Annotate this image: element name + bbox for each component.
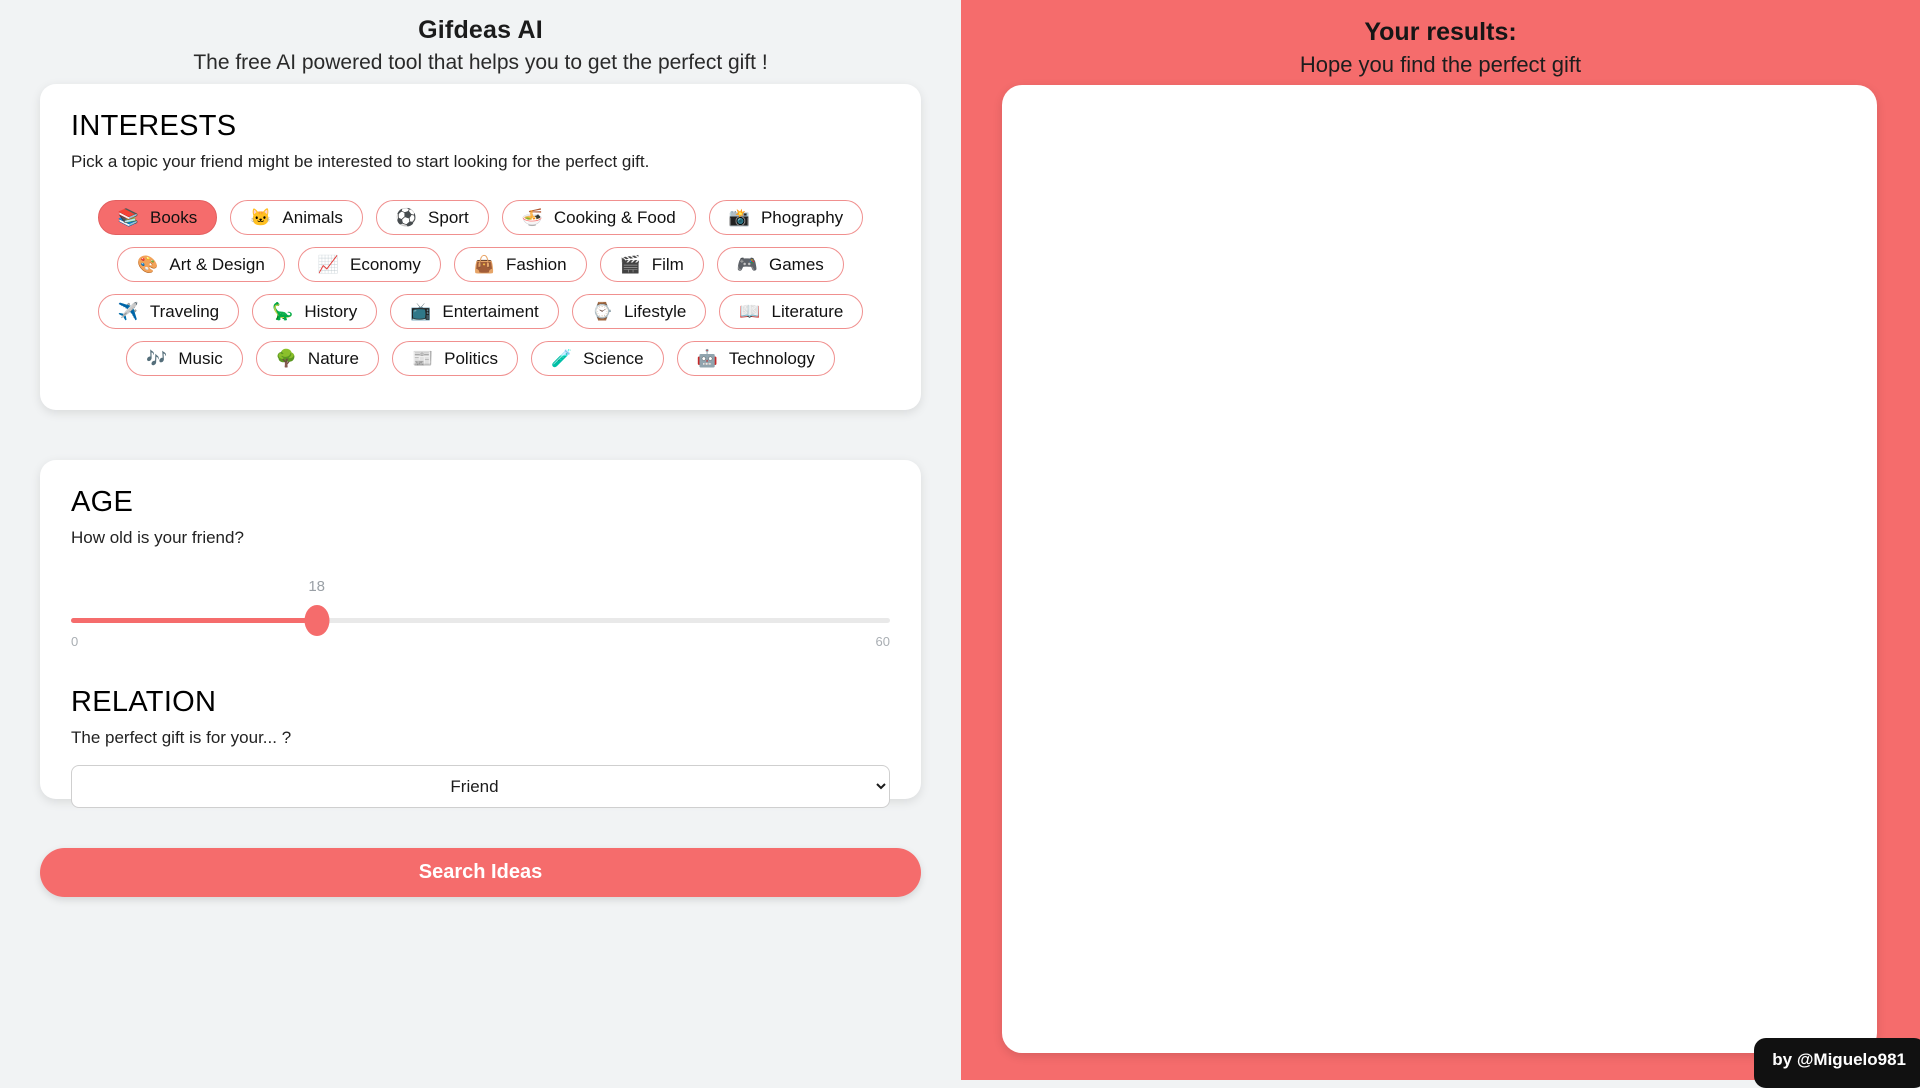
- author-credit-badge[interactable]: by @Miguelo981: [1754, 1038, 1920, 1088]
- age-slider: 18 0 60: [71, 606, 890, 666]
- chip-label: History: [304, 302, 357, 322]
- chip-emoji-icon: ⌚: [592, 303, 613, 320]
- chip-label: Animals: [282, 208, 342, 228]
- age-slider-range-labels: 0 60: [71, 634, 890, 649]
- results-header: Your results: Hope you find the perfect …: [961, 18, 1920, 78]
- chip-emoji-icon: 🦕: [272, 303, 293, 320]
- chip-label: Sport: [428, 208, 469, 228]
- relation-section: RELATION The perfect gift is for your...…: [71, 686, 890, 808]
- age-slider-fill: [71, 618, 317, 623]
- age-slider-thumb[interactable]: [304, 605, 329, 636]
- results-title: Your results:: [961, 18, 1920, 47]
- chip-emoji-icon: 🐱: [250, 209, 271, 226]
- chip-technology[interactable]: 🤖 Technology: [677, 341, 835, 376]
- age-slider-min-label: 0: [71, 634, 78, 649]
- chip-label: Film: [652, 255, 684, 275]
- chip-label: Books: [150, 208, 197, 228]
- age-question: How old is your friend?: [71, 528, 890, 548]
- chip-animals[interactable]: 🐱 Animals: [230, 200, 363, 235]
- chip-politics[interactable]: 📰 Politics: [392, 341, 518, 376]
- results-card: [1002, 85, 1877, 1053]
- chip-emoji-icon: 🧪: [551, 350, 572, 367]
- interest-chip-list: 📚 Books 🐱 Animals ⚽ Sport 🍜 Cooking & Fo…: [71, 200, 890, 376]
- chip-emoji-icon: 🎨: [137, 256, 158, 273]
- chip-label: Technology: [729, 349, 815, 369]
- relation-question: The perfect gift is for your... ?: [71, 728, 890, 748]
- chip-music[interactable]: 🎶 Music: [126, 341, 243, 376]
- chip-traveling[interactable]: ✈️ Traveling: [98, 294, 239, 329]
- chip-label: Lifestyle: [624, 302, 686, 322]
- chip-phography[interactable]: 📸 Phography: [709, 200, 863, 235]
- relation-heading: RELATION: [71, 686, 890, 719]
- chip-entertaiment[interactable]: 📺 Entertaiment: [390, 294, 559, 329]
- chip-science[interactable]: 🧪 Science: [531, 341, 664, 376]
- chip-label: Nature: [308, 349, 359, 369]
- results-panel: Your results: Hope you find the perfect …: [961, 0, 1920, 1080]
- chip-film[interactable]: 🎬 Film: [600, 247, 704, 282]
- chip-emoji-icon: 🍜: [522, 209, 543, 226]
- chip-label: Cooking & Food: [554, 208, 676, 228]
- chip-literature[interactable]: 📖 Literature: [719, 294, 863, 329]
- chip-history[interactable]: 🦕 History: [252, 294, 377, 329]
- search-ideas-button[interactable]: Search Ideas: [40, 848, 921, 897]
- app-header: Gifdeas AI The free AI powered tool that…: [40, 16, 921, 75]
- age-slider-max-label: 60: [876, 634, 890, 649]
- chip-emoji-icon: 🎬: [620, 256, 641, 273]
- chip-label: Economy: [350, 255, 421, 275]
- chip-sport[interactable]: ⚽ Sport: [376, 200, 489, 235]
- chip-emoji-icon: 📰: [412, 350, 433, 367]
- chip-emoji-icon: 📖: [739, 303, 760, 320]
- chip-label: Entertaiment: [442, 302, 538, 322]
- chip-emoji-icon: ⚽: [396, 209, 417, 226]
- chip-label: Art & Design: [169, 255, 264, 275]
- age-slider-value: 18: [308, 578, 325, 595]
- chip-games[interactable]: 🎮 Games: [717, 247, 844, 282]
- relation-select[interactable]: Friend: [71, 765, 890, 808]
- chip-emoji-icon: 📈: [318, 256, 339, 273]
- interests-description: Pick a topic your friend might be intere…: [71, 152, 890, 172]
- chip-cooking-food[interactable]: 🍜 Cooking & Food: [502, 200, 696, 235]
- age-relation-card: AGE How old is your friend? 18 0 60 RELA…: [40, 460, 921, 799]
- chip-emoji-icon: 🎶: [146, 350, 167, 367]
- interests-card: INTERESTS Pick a topic your friend might…: [40, 84, 921, 410]
- chip-lifestyle[interactable]: ⌚ Lifestyle: [572, 294, 707, 329]
- configuration-panel: Gifdeas AI The free AI powered tool that…: [0, 0, 961, 1080]
- chip-label: Science: [583, 349, 643, 369]
- chip-label: Phography: [761, 208, 843, 228]
- app-subtitle: The free AI powered tool that helps you …: [40, 51, 921, 75]
- chip-label: Traveling: [150, 302, 219, 322]
- chip-label: Politics: [444, 349, 498, 369]
- results-subtitle: Hope you find the perfect gift: [961, 52, 1920, 78]
- chip-books[interactable]: 📚 Books: [98, 200, 217, 235]
- chip-label: Music: [178, 349, 222, 369]
- chip-fashion[interactable]: 👜 Fashion: [454, 247, 587, 282]
- chip-emoji-icon: 🌳: [276, 350, 297, 367]
- chip-label: Fashion: [506, 255, 566, 275]
- chip-emoji-icon: 🎮: [737, 256, 758, 273]
- app-title: Gifdeas AI: [40, 16, 921, 45]
- chip-emoji-icon: 📚: [118, 209, 139, 226]
- chip-art-design[interactable]: 🎨 Art & Design: [117, 247, 285, 282]
- age-heading: AGE: [71, 486, 890, 519]
- chip-emoji-icon: 🤖: [697, 350, 718, 367]
- chip-label: Literature: [772, 302, 844, 322]
- chip-emoji-icon: 👜: [474, 256, 495, 273]
- chip-emoji-icon: ✈️: [118, 303, 139, 320]
- chip-emoji-icon: 📸: [729, 209, 750, 226]
- chip-label: Games: [769, 255, 824, 275]
- chip-economy[interactable]: 📈 Economy: [298, 247, 441, 282]
- interests-heading: INTERESTS: [71, 110, 890, 143]
- chip-nature[interactable]: 🌳 Nature: [256, 341, 379, 376]
- chip-emoji-icon: 📺: [410, 303, 431, 320]
